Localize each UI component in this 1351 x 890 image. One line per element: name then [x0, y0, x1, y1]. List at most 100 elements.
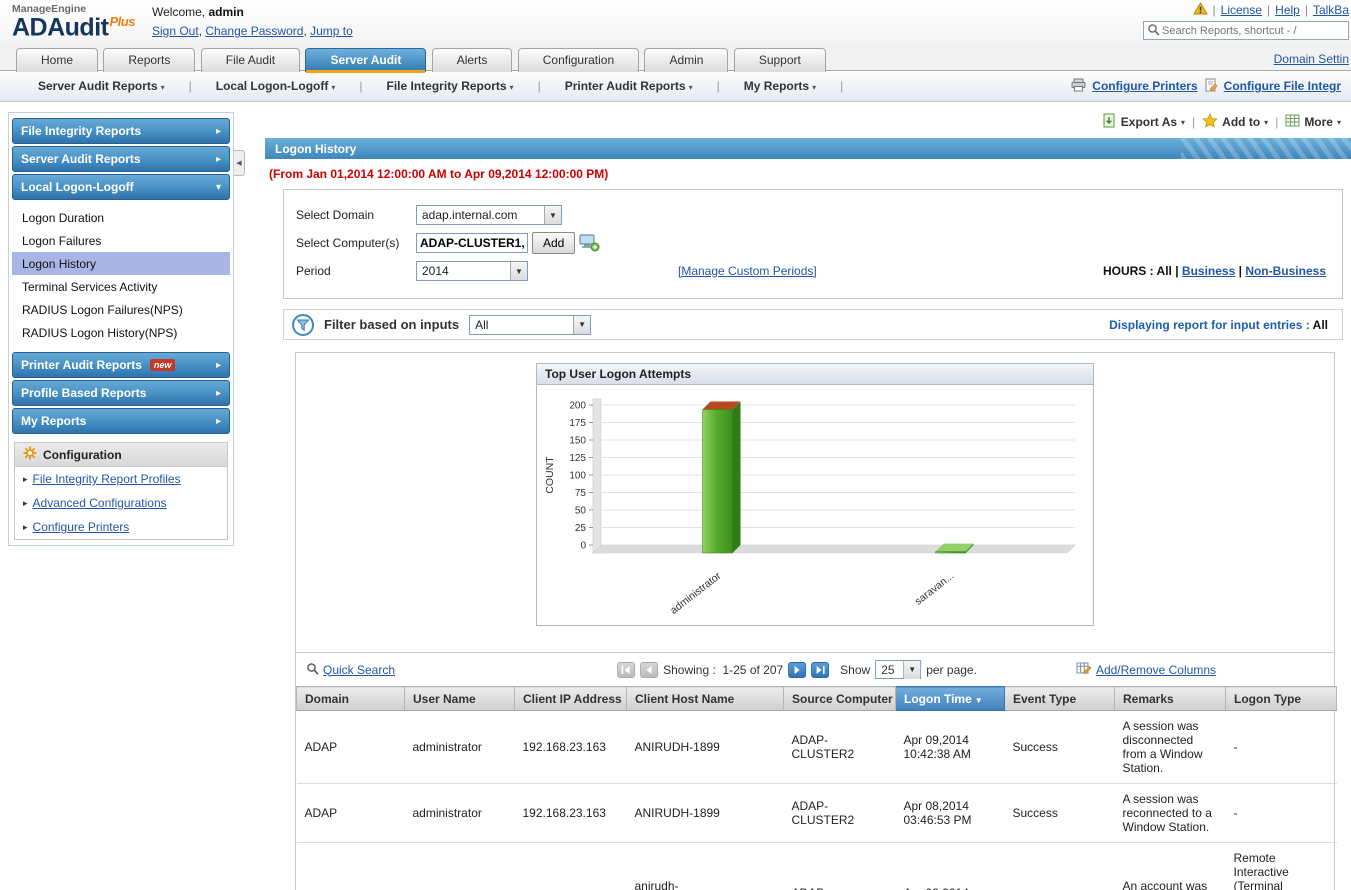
cell-time: Apr 08,2014 03:46:42 PM — [895, 842, 1005, 890]
column-header-event-type[interactable]: Event Type — [1004, 686, 1115, 711]
chevron-down-icon: ▾ — [160, 83, 165, 92]
sidebar-section-server-audit-reports[interactable]: Server Audit Reports ▸ — [12, 146, 230, 172]
more-button[interactable]: More ▾ — [1285, 114, 1341, 130]
search-input[interactable] — [1160, 23, 1345, 38]
svg-text:0: 0 — [580, 541, 586, 552]
tab-alerts[interactable]: Alerts — [431, 48, 513, 72]
chevron-down-icon: ▾ — [509, 83, 514, 92]
top-bar: ManageEngine ADAuditPlus Welcome, admin … — [0, 0, 1351, 44]
tab-admin[interactable]: Admin — [644, 48, 729, 72]
chevron-down-icon: ▾ — [215, 181, 221, 193]
configuration-header: Configuration — [15, 443, 227, 467]
warning-icon[interactable] — [1192, 2, 1208, 18]
sidebar-section-local-logon-logoff[interactable]: Local Logon-Logoff ▾ — [12, 174, 230, 200]
sidebar-item-radius-logon-failures[interactable]: RADIUS Logon Failures(NPS) — [12, 298, 230, 321]
filter-bar: Filter based on inputs All ▼ Displaying r… — [283, 309, 1343, 340]
hours-business-link[interactable]: Business — [1182, 264, 1235, 278]
column-header-client-host[interactable]: Client Host Name — [626, 686, 784, 711]
domain-settings-link[interactable]: Domain Settin — [1274, 52, 1349, 66]
file-integrity-icon — [1204, 78, 1218, 95]
menu-server-audit-reports[interactable]: Server Audit Reports ▾ — [28, 79, 175, 93]
tab-server-audit[interactable]: Server Audit — [305, 48, 427, 73]
dropdown-arrow-icon: ▼ — [510, 262, 527, 280]
help-link[interactable]: Help — [1275, 3, 1300, 17]
sidebar-item-logon-duration[interactable]: Logon Duration — [12, 206, 230, 229]
cell-time: Apr 08,2014 03:46:53 PM — [895, 783, 1005, 843]
sidebar-section-profile-based-reports[interactable]: Profile Based Reports ▸ — [12, 380, 230, 406]
filter-select[interactable]: All ▼ — [469, 314, 592, 335]
per-page-select[interactable]: 25 ▼ — [875, 660, 922, 679]
sign-out-link[interactable]: Sign Out — [152, 24, 199, 38]
column-header-source-computer[interactable]: Source Computer — [783, 686, 896, 711]
configure-printers-link[interactable]: Configure Printers — [1092, 79, 1197, 93]
cell-domain: ADAP — [296, 783, 405, 843]
sidebar-item-logon-history[interactable]: Logon History — [12, 252, 230, 275]
menu-file-integrity-reports[interactable]: File Integrity Reports ▾ — [377, 79, 524, 93]
add-to-button[interactable]: Add to ▾ — [1202, 113, 1268, 131]
table-icon — [1285, 114, 1300, 130]
menu-printer-audit-reports[interactable]: Printer Audit Reports ▾ — [555, 79, 703, 93]
next-page-button[interactable] — [788, 661, 807, 678]
table-row[interactable]: ADAP administrator 192.168.23.163 ANIRUD… — [296, 783, 1337, 843]
chevron-right-icon: ▸ — [215, 125, 221, 137]
cell-event: Success — [1004, 783, 1115, 843]
add-remove-columns-link[interactable]: Add/Remove Columns — [1076, 661, 1216, 678]
tab-file-audit[interactable]: File Audit — [200, 48, 301, 72]
tab-home[interactable]: Home — [16, 48, 99, 72]
sidebar-item-logon-failures[interactable]: Logon Failures — [12, 229, 230, 252]
chevron-down-icon: ▾ — [1264, 117, 1269, 127]
hours-non-business-link[interactable]: Non-Business — [1245, 264, 1326, 278]
chevron-down-icon: ▾ — [688, 83, 693, 92]
domain-select[interactable]: adap.internal.com ▼ — [416, 205, 562, 225]
table-row[interactable]: ADAP administrator 192.168.23.163 anirud… — [296, 842, 1337, 890]
menu-my-reports[interactable]: My Reports ▾ — [734, 79, 826, 93]
svg-text:125: 125 — [569, 453, 586, 464]
sidebar-section-my-reports[interactable]: My Reports ▸ — [12, 408, 230, 434]
configure-file-integrity-link[interactable]: Configure File Integr — [1224, 79, 1341, 93]
license-link[interactable]: License — [1221, 3, 1262, 17]
chevron-down-icon: ▾ — [331, 83, 336, 92]
sidebar-item-radius-logon-history[interactable]: RADIUS Logon History(NPS) — [12, 321, 230, 344]
manage-custom-periods-link[interactable]: [Manage Custom Periods] — [678, 264, 817, 278]
tab-reports[interactable]: Reports — [103, 48, 196, 72]
column-header-user-name[interactable]: User Name — [404, 686, 515, 711]
dropdown-arrow-icon: ▼ — [573, 315, 591, 334]
export-as-button[interactable]: Export As ▾ — [1103, 113, 1185, 131]
talkback-link[interactable]: TalkBa — [1313, 3, 1349, 17]
column-header-logon-time[interactable]: Logon Time ▼ — [895, 686, 1005, 711]
chevron-right-icon: ▸ — [215, 415, 221, 427]
computers-input[interactable] — [416, 233, 528, 253]
period-select[interactable]: 2014 ▼ — [416, 261, 528, 281]
svg-text:100: 100 — [569, 471, 586, 482]
tab-support[interactable]: Support — [733, 48, 826, 72]
browse-computers-icon[interactable] — [578, 234, 600, 252]
sidebar-collapse-handle[interactable]: ◀ — [234, 150, 245, 176]
new-badge: new — [149, 359, 176, 371]
menu-local-logon-logoff[interactable]: Local Logon-Logoff ▾ — [206, 79, 346, 93]
username: admin — [208, 5, 244, 19]
tab-configuration[interactable]: Configuration — [517, 48, 640, 72]
quick-search-link[interactable]: Quick Search — [306, 662, 395, 678]
column-header-logon-type[interactable]: Logon Type — [1225, 686, 1337, 711]
sidebar-item-terminal-services-activity[interactable]: Terminal Services Activity — [12, 275, 230, 298]
change-password-link[interactable]: Change Password — [205, 24, 303, 38]
cell-ip: 192.168.23.163 — [514, 783, 627, 843]
sidebar-section-printer-audit-reports[interactable]: Printer Audit Reports new ▸ — [12, 352, 230, 378]
column-header-domain[interactable]: Domain — [296, 686, 405, 711]
welcome-text: Welcome, admin — [152, 5, 244, 19]
add-button[interactable]: Add — [532, 232, 576, 254]
previous-page-button[interactable] — [640, 661, 659, 678]
cell-remarks: A session was reconnected to a Window St… — [1114, 783, 1226, 843]
column-header-client-ip[interactable]: Client IP Address — [514, 686, 627, 711]
product-name: ADAuditPlus — [12, 12, 135, 41]
first-page-button[interactable] — [617, 661, 636, 678]
product-plus: Plus — [109, 13, 135, 29]
cell-event: Success — [1004, 710, 1115, 784]
cell-remarks: A session was disconnected from a Window… — [1114, 710, 1226, 784]
last-page-button[interactable] — [811, 661, 830, 678]
cell-type: Remote Interactive (Terminal Services, R… — [1225, 842, 1337, 890]
column-header-remarks[interactable]: Remarks — [1114, 686, 1226, 711]
sidebar-section-file-integrity-reports[interactable]: File Integrity Reports ▸ — [12, 118, 230, 144]
jump-to-link[interactable]: Jump to — [310, 24, 353, 38]
table-row[interactable]: ADAP administrator 192.168.23.163 ANIRUD… — [296, 710, 1337, 784]
